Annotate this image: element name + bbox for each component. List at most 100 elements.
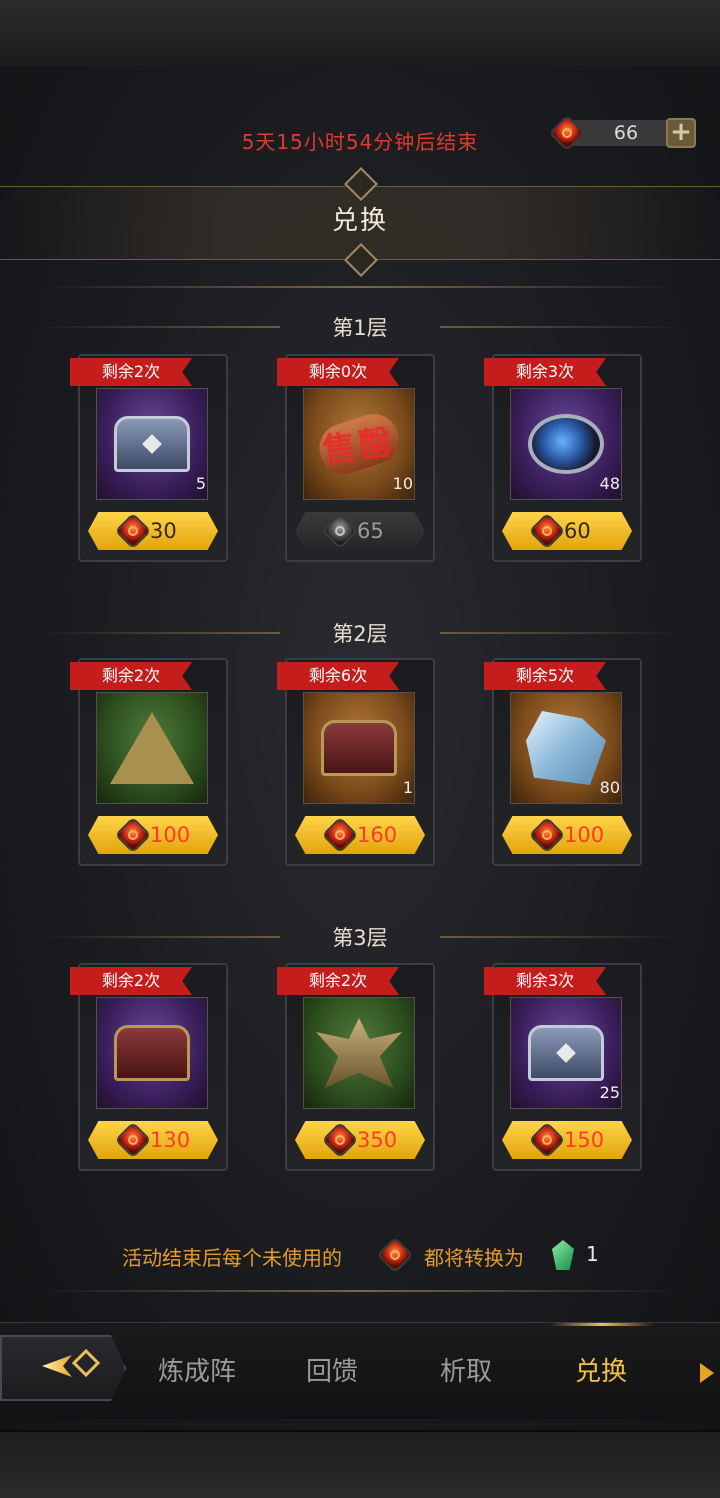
pyramid-icon	[110, 712, 194, 784]
divider	[40, 326, 280, 328]
price-value: 65	[357, 519, 384, 543]
divider	[440, 326, 680, 328]
buy-button-disabled: 65	[295, 512, 425, 550]
tier-header-2: 第2层	[0, 612, 720, 652]
tab-alchemy-circle[interactable]: 炼成阵	[142, 1351, 252, 1388]
diamond-icon	[71, 1348, 101, 1378]
conversion-note: 活动结束后每个未使用的 都将转换为 1	[0, 1236, 720, 1274]
shop-item-card[interactable]: 剩余0次 售罄 10 65	[277, 354, 439, 564]
bottom-tab-bar: 炼成阵 回馈 析取 兑换	[0, 1322, 720, 1419]
shop-item-card[interactable]: 剩余3次 25 150	[484, 963, 646, 1173]
divider	[40, 936, 280, 938]
item-quantity: 25	[599, 1083, 620, 1102]
conversion-amount: 1	[586, 1242, 599, 1266]
price-value: 130	[150, 1128, 191, 1152]
item-thumbnail	[96, 692, 208, 804]
remaining-badge: 剩余2次	[70, 967, 192, 995]
divider	[40, 1290, 680, 1292]
arrow-left-icon	[42, 1355, 72, 1377]
remaining-badge: 剩余2次	[70, 662, 192, 690]
tier-header-1: 第1层	[0, 306, 720, 346]
shop-item-card[interactable]: 剩余2次 350	[277, 963, 439, 1173]
shop-item-card[interactable]: 剩余2次 130	[70, 963, 232, 1173]
tab-extract[interactable]: 析取	[411, 1351, 521, 1388]
red-gem-icon	[321, 1121, 359, 1159]
gold-chest-icon	[321, 720, 397, 776]
price-value: 30	[150, 519, 177, 543]
red-gem-icon	[114, 1121, 152, 1159]
buy-button[interactable]: 350	[295, 1121, 425, 1159]
remaining-badge: 剩余2次	[277, 967, 399, 995]
red-gem-icon	[321, 816, 359, 854]
shop-item-card[interactable]: 剩余3次 48 60	[484, 354, 646, 564]
tier-label: 第1层	[332, 316, 388, 340]
item-quantity: 80	[599, 778, 620, 797]
red-gem-icon	[528, 816, 566, 854]
item-thumbnail	[96, 388, 208, 500]
buy-button[interactable]: 150	[502, 1121, 632, 1159]
price-value: 60	[564, 519, 591, 543]
top-status-bar	[0, 0, 720, 68]
item-quantity: 5	[195, 474, 206, 493]
back-button[interactable]	[0, 1335, 126, 1401]
divider	[40, 286, 680, 288]
item-thumbnail	[303, 997, 415, 1109]
price-value: 150	[564, 1128, 605, 1152]
item-thumbnail	[96, 997, 208, 1109]
price-value: 100	[150, 823, 191, 847]
buy-button[interactable]: 100	[88, 816, 218, 854]
buy-button[interactable]: 130	[88, 1121, 218, 1159]
price-value: 160	[357, 823, 398, 847]
red-gem-icon	[114, 816, 152, 854]
page-title: 兑换	[331, 206, 388, 236]
currency-count: 66	[613, 122, 639, 144]
bottom-system-bar	[0, 1430, 720, 1498]
silver-chest-icon	[528, 1025, 604, 1081]
remaining-badge: 剩余2次	[70, 358, 192, 386]
tab-exchange[interactable]: 兑换	[546, 1351, 656, 1388]
remaining-badge: 剩余6次	[277, 662, 399, 690]
buy-button[interactable]: 160	[295, 816, 425, 854]
divider	[440, 632, 680, 634]
remaining-badge: 剩余5次	[484, 662, 606, 690]
shop-item-card[interactable]: 剩余6次 1 160	[277, 658, 439, 868]
divider	[440, 936, 680, 938]
event-timer: 5天15小时54分钟后结束	[241, 130, 479, 154]
blue-orb-icon	[528, 414, 604, 474]
price-value: 350	[357, 1128, 398, 1152]
item-quantity: 10	[392, 474, 413, 493]
shop-item-card[interactable]: 剩余2次 100	[70, 658, 232, 868]
item-quantity: 1	[402, 778, 413, 797]
red-gem-icon	[528, 1121, 566, 1159]
item-quantity: 48	[599, 474, 620, 493]
active-tab-indicator	[550, 1323, 654, 1326]
buy-button[interactable]: 30	[88, 512, 218, 550]
red-gem-icon	[376, 1236, 414, 1274]
silver-chest-icon	[114, 416, 190, 472]
spiked-artifact-icon	[316, 1018, 402, 1088]
ice-crystal-icon	[526, 711, 606, 785]
shop-item-card[interactable]: 剩余2次 5 30	[70, 354, 232, 564]
remaining-badge: 剩余3次	[484, 967, 606, 995]
tab-rewards[interactable]: 回馈	[277, 1351, 387, 1388]
tier-label: 第3层	[332, 926, 388, 950]
buy-button[interactable]: 100	[502, 816, 632, 854]
price-value: 100	[564, 823, 605, 847]
red-gem-icon	[528, 512, 566, 550]
item-thumbnail	[303, 692, 415, 804]
add-currency-button[interactable]: +	[666, 118, 696, 148]
buy-button[interactable]: 60	[502, 512, 632, 550]
note-text-before: 活动结束后每个未使用的	[122, 1246, 342, 1270]
remaining-badge: 剩余0次	[277, 358, 399, 386]
remaining-badge: 剩余3次	[484, 358, 606, 386]
chevron-right-icon[interactable]	[700, 1363, 714, 1383]
note-text-after: 都将转换为	[424, 1246, 524, 1270]
divider	[40, 632, 280, 634]
gold-chest-icon	[114, 1025, 190, 1081]
tier-label: 第2层	[332, 622, 388, 646]
shop-item-card[interactable]: 剩余5次 80 100	[484, 658, 646, 868]
grey-gem-icon	[321, 512, 359, 550]
sold-out-stamp: 售罄	[320, 422, 397, 472]
tier-header-3: 第3层	[0, 916, 720, 956]
emerald-icon	[552, 1240, 574, 1270]
